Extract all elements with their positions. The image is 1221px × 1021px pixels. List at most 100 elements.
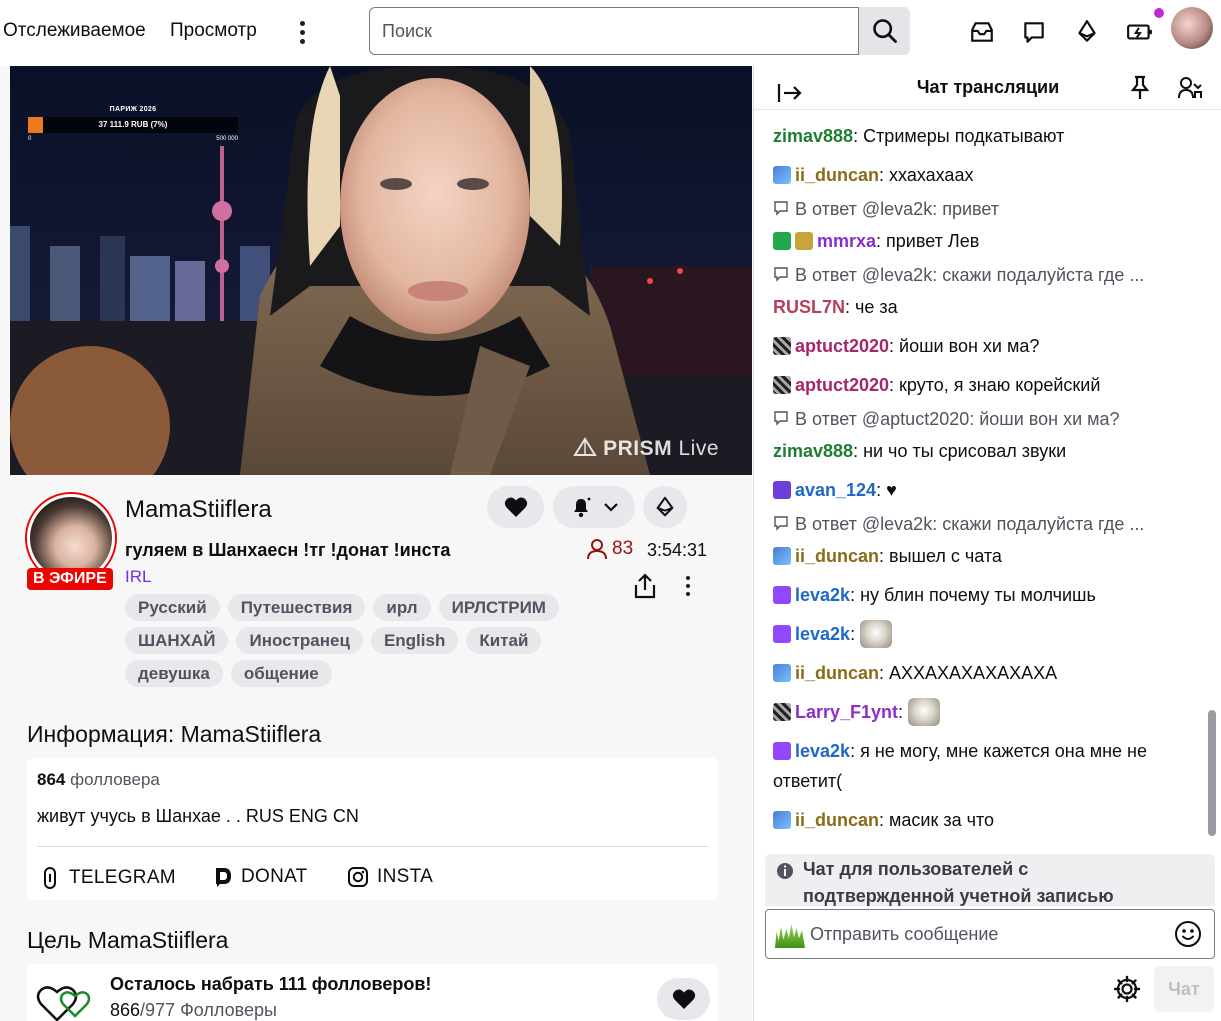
tag-chip[interactable]: ШАНХАЙ <box>125 627 229 654</box>
chat-reply-context[interactable]: В ответ @leva2k: привет <box>773 199 999 220</box>
bell-icon <box>574 497 591 518</box>
chat-message-text: : ну блин почему ты молчишь <box>850 585 1096 605</box>
chat-badge-icon[interactable] <box>773 742 791 760</box>
tag-chip[interactable]: девушка <box>125 660 223 687</box>
donat-logo-icon <box>216 868 231 887</box>
chat-input-box <box>765 909 1215 959</box>
goal-follow-button[interactable] <box>657 978 710 1020</box>
donation-goal-min: 0 <box>28 136 32 142</box>
chat-message: leva2k: я не могу, мне кажется она мне н… <box>773 736 1193 796</box>
chat-badge-icon[interactable] <box>773 547 791 565</box>
chat-badge-icon[interactable] <box>773 811 791 829</box>
chat-username[interactable]: leva2k <box>795 585 850 605</box>
chat-message: Larry_F1ynt: <box>773 697 1193 727</box>
more-options-icon[interactable] <box>680 572 696 600</box>
chat-username[interactable]: ii_duncan <box>795 663 879 683</box>
follow-button[interactable] <box>487 486 544 528</box>
chat-message-text: : че за <box>845 297 898 317</box>
chat-message-input[interactable] <box>808 918 1158 950</box>
stream-uptime: 3:54:31 <box>647 540 708 560</box>
chat-send-button[interactable]: Чат <box>1154 966 1214 1012</box>
tag-chip[interactable]: English <box>370 627 459 654</box>
chat-badge-icon[interactable] <box>773 664 791 682</box>
tag-chip[interactable]: Китай <box>466 627 542 654</box>
chat-username[interactable]: zimav888 <box>773 441 853 461</box>
prism-watermark-light: Live <box>672 437 719 460</box>
whispers-icon[interactable] <box>1018 16 1050 48</box>
chat-username[interactable]: Larry_F1ynt <box>795 702 898 722</box>
tag-chip[interactable]: Иностранец <box>236 627 363 654</box>
donation-goal-title: ПАРИЖ 2026 <box>109 106 157 113</box>
tag-chip[interactable]: Русский <box>125 594 220 621</box>
chat-username[interactable]: aptuct2020 <box>795 375 889 395</box>
chat-username[interactable]: mmrxa <box>817 231 876 251</box>
pin-icon[interactable] <box>1126 74 1154 102</box>
chat-username[interactable]: ii_duncan <box>795 546 879 566</box>
chat-username[interactable]: avan_124 <box>795 480 876 500</box>
prism-watermark-bold: PRISM <box>603 437 673 460</box>
share-icon[interactable] <box>632 572 658 600</box>
bits-icon[interactable] <box>1071 16 1103 48</box>
chat-message-text: : масик за что <box>879 810 995 830</box>
chat-badge-icon[interactable] <box>773 586 791 604</box>
telegram-link[interactable]: TELEGRAM <box>39 866 176 890</box>
chat-badge-icon[interactable] <box>773 337 791 355</box>
chat-badge-icon[interactable] <box>795 232 813 250</box>
chat-reply-context[interactable]: В ответ @leva2k: скажи подалуйста где ..… <box>773 514 1144 535</box>
instagram-link[interactable]: INSTA <box>347 866 433 888</box>
user-avatar[interactable] <box>1171 7 1213 49</box>
chat-message: leva2k: <box>773 619 1193 649</box>
chat-reply-context[interactable]: В ответ @leva2k: скажи подалуйста где ..… <box>773 265 1144 286</box>
chat-username[interactable]: leva2k <box>795 624 850 644</box>
chat-message: ii_duncan: ххахахаах <box>773 160 1193 190</box>
chat-badge-icon[interactable] <box>773 481 791 499</box>
battery-icon[interactable] <box>1124 16 1156 48</box>
emote-picker-icon[interactable] <box>1174 920 1202 948</box>
chat-emote-icon[interactable] <box>860 620 893 648</box>
nav-following-link[interactable]: Отслеживаемое <box>3 20 146 42</box>
search-input[interactable] <box>369 7 859 55</box>
chat-username[interactable]: leva2k <box>795 741 850 761</box>
chat-emote-icon[interactable] <box>908 698 941 726</box>
chat-reply-context[interactable]: В ответ @aptuct2020: йоши вон хи ма? <box>773 409 1120 430</box>
notifications-button[interactable] <box>553 486 635 528</box>
chat-settings-gear-icon[interactable] <box>1112 974 1142 1004</box>
chat-badge-icon[interactable] <box>773 232 791 250</box>
chat-username[interactable]: ii_duncan <box>795 165 879 185</box>
tag-chip[interactable]: Путешествия <box>227 594 366 621</box>
stream-category-link[interactable]: IRL <box>125 567 151 587</box>
nav-browse-link[interactable]: Просмотр <box>170 20 257 42</box>
donation-goal-value: 37 111.9 RUB (7%) <box>98 120 168 129</box>
followers-count: 864 фолловера <box>37 770 160 789</box>
chat-scrollbar[interactable] <box>1206 116 1218 854</box>
chat-username[interactable]: zimav888 <box>773 126 853 146</box>
inbox-icon[interactable] <box>966 16 998 48</box>
chat-badge-icon[interactable] <box>773 625 791 643</box>
chat-header: Чат трансляции <box>754 66 1221 110</box>
tag-chip[interactable]: ирл <box>373 594 431 621</box>
prism-live-watermark: PRISM Live <box>572 437 719 461</box>
more-menu-icon[interactable] <box>290 16 314 48</box>
chat-badge-icon[interactable] <box>773 703 791 721</box>
about-divider <box>37 846 708 847</box>
chat-username[interactable]: RUSL7N <box>773 297 845 317</box>
chat-badge-icon[interactable] <box>773 166 791 184</box>
chat-message: aptuct2020: йоши вон хи ма? <box>773 331 1193 361</box>
stream-title: гуляем в Шанхаеcн !тг !донат !инста <box>125 540 451 560</box>
donat-link[interactable]: DONAT <box>213 866 308 888</box>
donation-goal-bar: 37 111.9 RUB (7%) <box>28 117 238 133</box>
chat-username[interactable]: aptuct2020 <box>795 336 889 356</box>
community-icon[interactable] <box>1176 74 1204 102</box>
channel-name[interactable]: MamaStiiflera <box>125 496 272 524</box>
chat-message-text: : <box>850 624 861 644</box>
chat-message-text: : Стримеры подкатывают <box>853 126 1065 146</box>
chat-username[interactable]: ii_duncan <box>795 810 879 830</box>
verified-chat-notice-text: Чат для пользователей с подтвержденной у… <box>803 859 1114 906</box>
chat-badge-icon[interactable] <box>773 376 791 394</box>
search-button[interactable] <box>859 7 910 55</box>
chat-message-text: : привет Лев <box>876 231 980 251</box>
tag-chip[interactable]: ИРЛСТРИМ <box>438 594 559 621</box>
tag-chip[interactable]: общение <box>230 660 332 687</box>
video-player[interactable]: ПАРИЖ 2026 37 111.9 RUB (7%) 0 500 000 P… <box>10 66 752 475</box>
cheer-bits-button[interactable] <box>643 486 687 528</box>
